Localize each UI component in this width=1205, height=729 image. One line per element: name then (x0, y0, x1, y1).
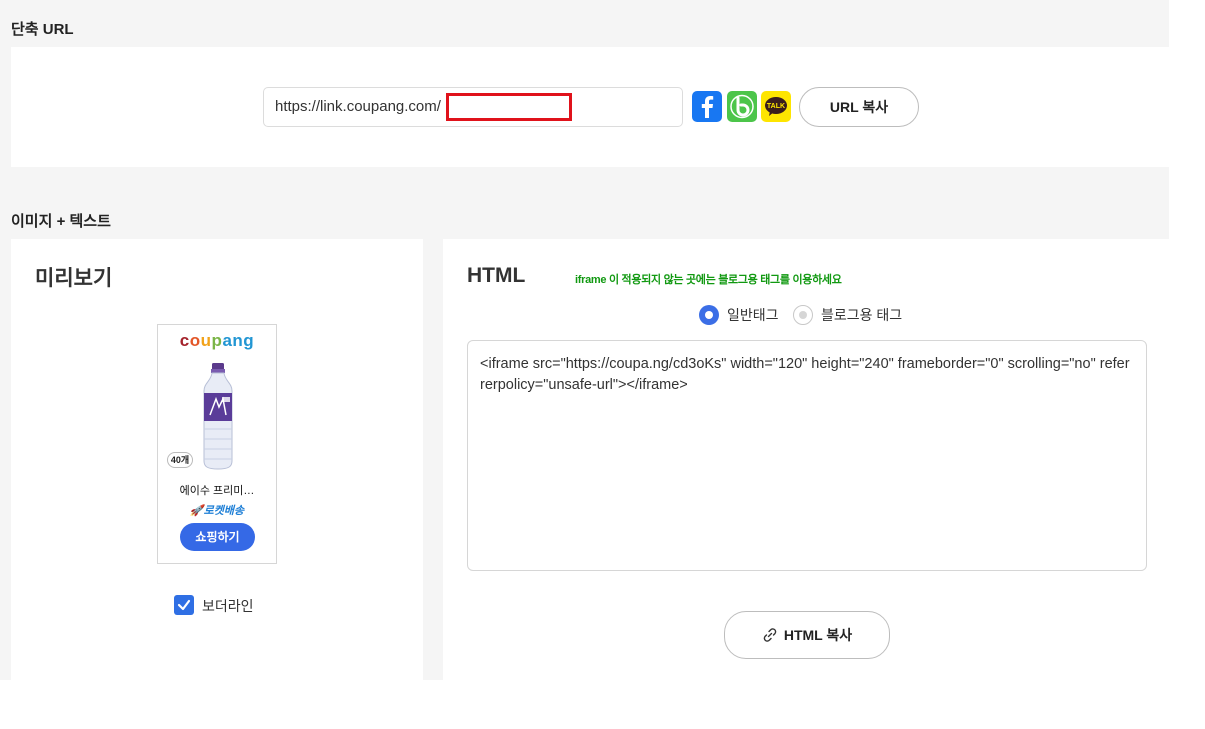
band-share-button[interactable] (727, 91, 757, 122)
radio-dot (705, 311, 713, 319)
radio-normal-tag-label[interactable]: 일반태그 (727, 305, 779, 325)
radio-blog-tag[interactable] (793, 305, 813, 325)
border-line-label: 보더라인 (202, 598, 254, 614)
radio-dot (799, 311, 807, 319)
checkmark-icon (177, 599, 191, 611)
logo-letter: o (189, 331, 201, 350)
radio-blog-tag-label[interactable]: 블로그용 태그 (821, 305, 902, 325)
link-icon (763, 628, 777, 642)
logo-letter: a (222, 331, 233, 350)
kakaotalk-icon: TALK (765, 97, 787, 116)
kakaotalk-share-button[interactable]: TALK (761, 91, 791, 122)
border-line-checkbox[interactable] (174, 595, 194, 615)
talk-text: TALK (767, 103, 785, 110)
url-copy-button[interactable]: URL 복사 (799, 87, 919, 127)
coupang-logo: coupang (158, 331, 276, 351)
html-code-textarea[interactable]: <iframe src="https://coupa.ng/cd3oKs" wi… (467, 340, 1147, 571)
ad-preview-banner[interactable]: coupang 40개 에이수 프리미… 🚀로켓배송 쇼핑하기 (157, 324, 277, 564)
preview-title: 미리보기 (35, 267, 113, 290)
water-bottle-image (203, 363, 233, 470)
logo-letter: n (232, 331, 244, 350)
image-text-section-title: 이미지 + 텍스트 (11, 213, 111, 230)
logo-letter: u (200, 331, 212, 350)
html-copy-label: HTML 복사 (783, 627, 853, 643)
logo-letter: g (243, 331, 255, 350)
html-title: HTML (467, 264, 526, 287)
band-icon (730, 94, 754, 119)
facebook-icon (701, 96, 714, 118)
rocket-delivery-badge: 🚀로켓배송 (189, 505, 245, 517)
quantity-badge: 40개 (167, 452, 193, 468)
radio-normal-tag[interactable] (699, 305, 719, 325)
product-name: 에이수 프리미… (179, 485, 255, 497)
logo-letter: c (179, 331, 190, 350)
facebook-share-button[interactable] (692, 91, 722, 122)
shop-button[interactable]: 쇼핑하기 (180, 523, 255, 551)
iframe-notice: iframe 이 적용되지 않는 곳에는 블로그용 태그를 이용하세요 (575, 274, 842, 286)
html-copy-button[interactable]: HTML 복사 (724, 611, 890, 659)
redaction-box (446, 93, 572, 121)
short-url-section-title: 단축 URL (11, 21, 74, 38)
logo-letter: p (211, 331, 223, 350)
